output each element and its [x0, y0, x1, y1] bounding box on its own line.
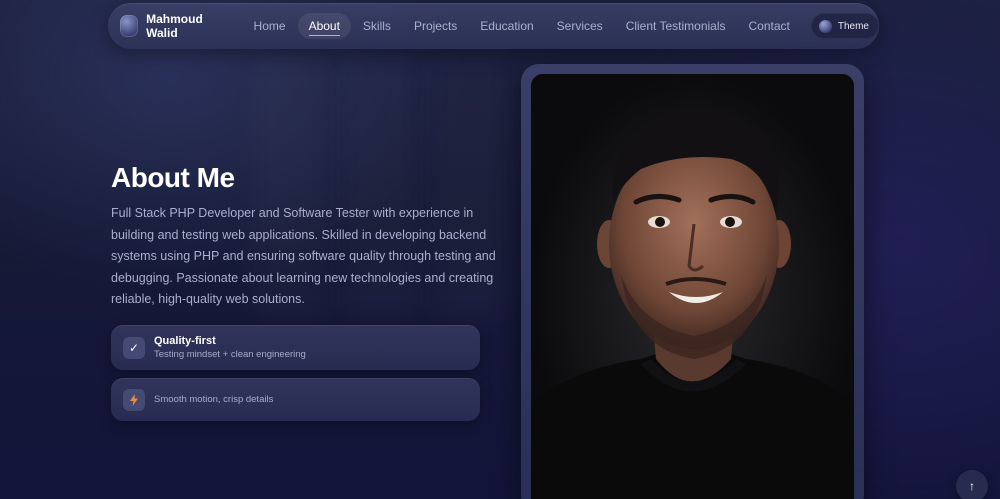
check-icon: ✓ [123, 336, 145, 359]
about-description: Full Stack PHP Developer and Software Te… [111, 206, 496, 306]
portrait-illustration [531, 74, 854, 499]
nav-home[interactable]: Home [243, 13, 297, 39]
theme-label: Theme [837, 20, 869, 32]
nav-client-testimonials[interactable]: Client Testimonials [615, 13, 737, 39]
nav-services[interactable]: Services [546, 13, 614, 39]
arrow-up-icon: ↑ [969, 479, 975, 493]
lightning-icon [123, 388, 145, 411]
brand-name: Mahmoud Walid [146, 12, 203, 40]
profile-photo-frame [521, 64, 864, 499]
nav-menu: Home About Skills Projects Education Ser… [243, 13, 802, 39]
nav-about[interactable]: About [297, 13, 351, 39]
feature-card-quality: ✓ Quality-first Testing mindset + clean … [111, 325, 480, 370]
feature-card-subtitle: Testing mindset + clean engineering [154, 349, 306, 360]
nav-contact[interactable]: Contact [738, 13, 801, 39]
theme-icon [818, 19, 832, 33]
nav-education[interactable]: Education [469, 13, 544, 39]
about-title: About Me [111, 162, 235, 193]
brand-logo-icon [120, 15, 139, 37]
feature-card-title: Quality-first [154, 335, 216, 347]
profile-photo [531, 74, 854, 499]
brand[interactable]: Mahmoud Walid [120, 12, 222, 40]
top-navigation: Mahmoud Walid Home About Skills Projects… [108, 3, 879, 49]
scroll-to-top-button[interactable]: ↑ [956, 470, 988, 499]
feature-card-subtitle: Smooth motion, crisp details [154, 394, 274, 405]
nav-projects[interactable]: Projects [403, 13, 468, 39]
nav-skills[interactable]: Skills [352, 13, 402, 39]
feature-card-motion: Smooth motion, crisp details [111, 378, 480, 421]
theme-toggle-button[interactable]: Theme [810, 13, 879, 39]
lightning-icon-svg [130, 393, 138, 406]
